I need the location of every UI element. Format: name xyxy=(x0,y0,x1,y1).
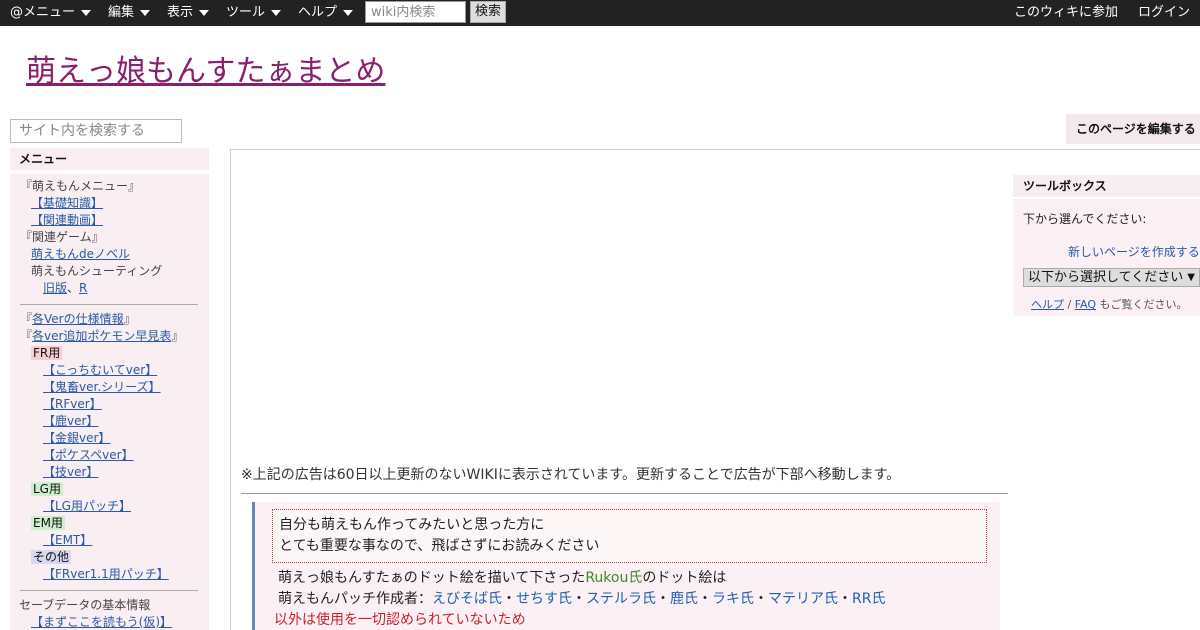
join-wiki-link[interactable]: このウィキに参加 xyxy=(1014,0,1118,26)
list-item[interactable]: 『各Verの仕様情報』 xyxy=(20,311,136,327)
chevron-down-icon xyxy=(343,9,354,16)
menu-help[interactable]: ヘルプ xyxy=(298,0,354,26)
list-item: 『関連ゲーム』 xyxy=(20,230,104,244)
category-tag-fr: FR用 xyxy=(31,346,63,360)
site-title[interactable]: 萌えっ娘もんすたぁまとめ xyxy=(26,46,385,90)
chevron-down-icon xyxy=(271,9,282,16)
menu-view[interactable]: 表示 xyxy=(167,0,210,26)
dot-art-line: 萌えっ娘もんすたぁのドット絵を描いて下さったRukou氏のドット絵は xyxy=(278,570,727,586)
chevron-down-icon xyxy=(81,9,92,16)
edit-page-button[interactable]: このページを編集する xyxy=(1066,114,1200,144)
list-item[interactable]: 萌えもんdeノベル xyxy=(31,246,130,262)
list-item[interactable]: 【鹿ver】 xyxy=(43,413,98,429)
new-page-link[interactable]: 新しいページを作成する xyxy=(1068,243,1200,260)
toolbox-heading: ツールボックス xyxy=(1013,175,1200,197)
list-item[interactable]: 【鬼畜ver.シリーズ】 xyxy=(43,379,161,395)
wiki-search-input[interactable] xyxy=(365,1,466,23)
menu-edit[interactable]: 編集 xyxy=(108,0,151,26)
divider xyxy=(241,493,1008,494)
menu-at-menu[interactable]: @メニュー xyxy=(10,0,92,26)
faq-link[interactable]: FAQ xyxy=(1075,298,1096,311)
content-block: 自分も萌えもん作ってみたいと思った方に とても重要な事なので、飛ばさずにお読みく… xyxy=(252,502,1000,630)
category-tag-lg: LG用 xyxy=(31,482,63,496)
list-item: セーブデータの基本情報 xyxy=(19,598,151,612)
list-item[interactable]: 【EMT】 xyxy=(43,532,92,548)
login-link[interactable]: ログイン xyxy=(1138,0,1190,26)
list-item: 『萌えもんメニュー』 xyxy=(20,179,141,193)
tool-select[interactable]: 以下から選択してください ▼ xyxy=(1023,268,1200,287)
list-item[interactable]: 【LG用パッチ】 xyxy=(43,498,131,514)
category-tag-em: EM用 xyxy=(31,516,65,530)
toolbox: 下から選んでください: 新しいページを作成する 以下から選択してください ▼ ヘル… xyxy=(1013,199,1200,316)
list-item[interactable]: 【技ver】 xyxy=(43,464,98,480)
category-tag-etc: その他 xyxy=(31,550,72,564)
list-item[interactable]: 【金銀ver】 xyxy=(43,430,110,446)
notice-box: 自分も萌えもん作ってみたいと思った方に とても重要な事なので、飛ばさずにお読みく… xyxy=(272,509,987,563)
ad-notice: ※上記の広告は60日以上更新のないWIKIに表示されています。更新することで広告… xyxy=(241,467,901,483)
wiki-search-button[interactable]: 検索 xyxy=(470,1,506,23)
chevron-down-icon xyxy=(199,9,210,16)
menu-tools[interactable]: ツール xyxy=(226,0,282,26)
list-item[interactable]: 【こっちむいてver】 xyxy=(43,362,157,378)
warning-line: 以外は使用を一切認められていないため xyxy=(274,612,526,628)
list-item[interactable]: 【ポケスペver】 xyxy=(43,447,134,463)
sidebar-menu: 『萌えもんメニュー』 【基礎知識】 【関連動画】 『関連ゲーム』 萌えもんdeノ… xyxy=(10,174,209,630)
notice-line-2: とても重要な事なので、飛ばさずにお読みください xyxy=(279,538,600,554)
list-item[interactable]: 『各ver追加ポケモン早見表』 xyxy=(20,328,183,344)
toolbox-label: 下から選んでください: xyxy=(1023,212,1147,226)
sidebar-heading: メニュー xyxy=(10,148,209,170)
help-link[interactable]: ヘルプ xyxy=(1031,298,1064,311)
chevron-down-icon xyxy=(140,9,151,16)
authors-line: 萌えもんパッチ作成者：えびそば氏・せちす氏・ステルラ氏・鹿氏・ラキ氏・マテリア氏… xyxy=(278,591,886,607)
list-item[interactable]: 【関連動画】 xyxy=(31,212,103,228)
list-item[interactable]: 旧版、R xyxy=(43,280,87,296)
help-line: ヘルプ / FAQ もご覧ください。 xyxy=(1031,298,1188,311)
list-item: 萌えもんシューティング xyxy=(31,264,163,278)
divider xyxy=(20,590,198,591)
divider xyxy=(20,304,198,305)
list-item[interactable]: 【FRver1.1用パッチ】 xyxy=(43,566,169,582)
triangle-down-icon: ▼ xyxy=(1187,272,1195,283)
top-bar: @メニュー 編集 表示 ツール ヘルプ 検索 このウィキに参加 ログイン xyxy=(0,0,1200,26)
site-search-input[interactable] xyxy=(10,119,182,143)
notice-line-1: 自分も萌えもん作ってみたいと思った方に xyxy=(279,517,545,533)
list-item[interactable]: 【RFver】 xyxy=(43,396,102,412)
list-item[interactable]: 【まずここを読もう(仮)】 xyxy=(31,614,172,630)
list-item[interactable]: 【基礎知識】 xyxy=(31,195,103,211)
